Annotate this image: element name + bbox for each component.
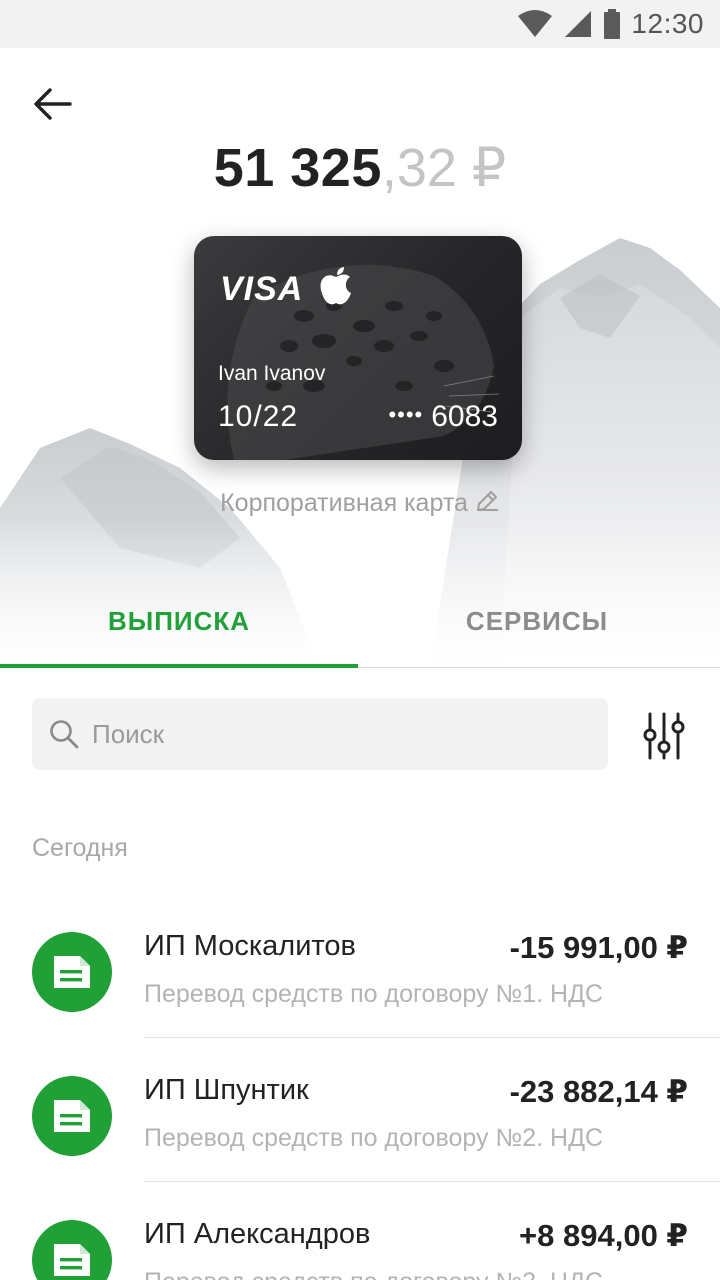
tab-bar: ВЫПИСКА СЕРВИСЫ bbox=[0, 590, 720, 668]
filter-sliders-icon[interactable] bbox=[636, 708, 692, 764]
search-placeholder: Поиск bbox=[92, 719, 165, 749]
transaction-name: ИП Шпунтик bbox=[144, 1074, 309, 1106]
document-icon bbox=[54, 956, 90, 988]
transaction-amount: -15 991,00 ₽ bbox=[509, 930, 688, 965]
card-number: •••• 6083 bbox=[388, 400, 498, 434]
transaction-amount: +8 894,00 ₽ bbox=[519, 1218, 688, 1253]
pencil-icon bbox=[476, 491, 498, 511]
status-icons: 12:30 bbox=[517, 8, 704, 40]
section-title-today: Сегодня bbox=[32, 834, 128, 862]
wifi-icon bbox=[518, 10, 553, 37]
transaction-name: ИП Александров bbox=[144, 1218, 371, 1250]
card-label-text: Корпоративная карта bbox=[220, 489, 468, 517]
transaction-avatar bbox=[32, 1220, 112, 1280]
apple-icon bbox=[320, 267, 351, 305]
bank-card[interactable]: VISA Ivan Ivanov 10/22 •••• 6083 bbox=[194, 236, 522, 460]
card-last4: 6083 bbox=[431, 400, 498, 433]
card-label-edit[interactable]: Корпоративная карта bbox=[0, 488, 720, 518]
transaction-name: ИП Москалитов bbox=[144, 930, 356, 962]
transaction-amount: -23 882,14 ₽ bbox=[509, 1074, 688, 1109]
transaction-row[interactable]: ИП Шпунтик -23 882,14 ₽ Перевод средств … bbox=[0, 1038, 720, 1182]
balance-integer: 51 325 bbox=[213, 138, 382, 198]
transaction-row[interactable]: ИП Александров +8 894,00 ₽ Перевод средс… bbox=[0, 1182, 720, 1280]
transaction-description: Перевод средств по договору №1. НДС bbox=[144, 980, 604, 1008]
card-expiry: 10/22 bbox=[218, 400, 299, 433]
transaction-row[interactable]: ИП Москалитов -15 991,00 ₽ Перевод средс… bbox=[0, 894, 720, 1038]
search-input[interactable]: Поиск bbox=[32, 698, 608, 770]
account-balance: 51 325,32 ₽ bbox=[0, 136, 720, 199]
transaction-description: Перевод средств по договору №2. НДС bbox=[144, 1124, 604, 1152]
signal-icon bbox=[565, 11, 592, 37]
active-tab-indicator bbox=[0, 664, 358, 668]
card-number-mask: •••• bbox=[388, 402, 424, 427]
card-brand: VISA bbox=[220, 270, 304, 308]
tab-statement[interactable]: ВЫПИСКА bbox=[0, 590, 358, 668]
document-icon bbox=[54, 1100, 90, 1132]
balance-fraction: ,32 ₽ bbox=[381, 138, 507, 198]
card-holder: Ivan Ivanov bbox=[218, 362, 326, 385]
transaction-avatar bbox=[32, 1076, 112, 1156]
tab-services[interactable]: СЕРВИСЫ bbox=[358, 590, 716, 668]
transaction-description: Перевод средств по договору №3. НДС bbox=[144, 1268, 603, 1280]
status-time: 12:30 bbox=[631, 8, 704, 39]
status-bar: 12:30 bbox=[0, 0, 720, 48]
search-icon bbox=[50, 720, 79, 749]
document-icon bbox=[54, 1244, 90, 1276]
battery-icon bbox=[604, 9, 621, 39]
back-button[interactable] bbox=[28, 80, 76, 128]
transaction-avatar bbox=[32, 932, 112, 1012]
